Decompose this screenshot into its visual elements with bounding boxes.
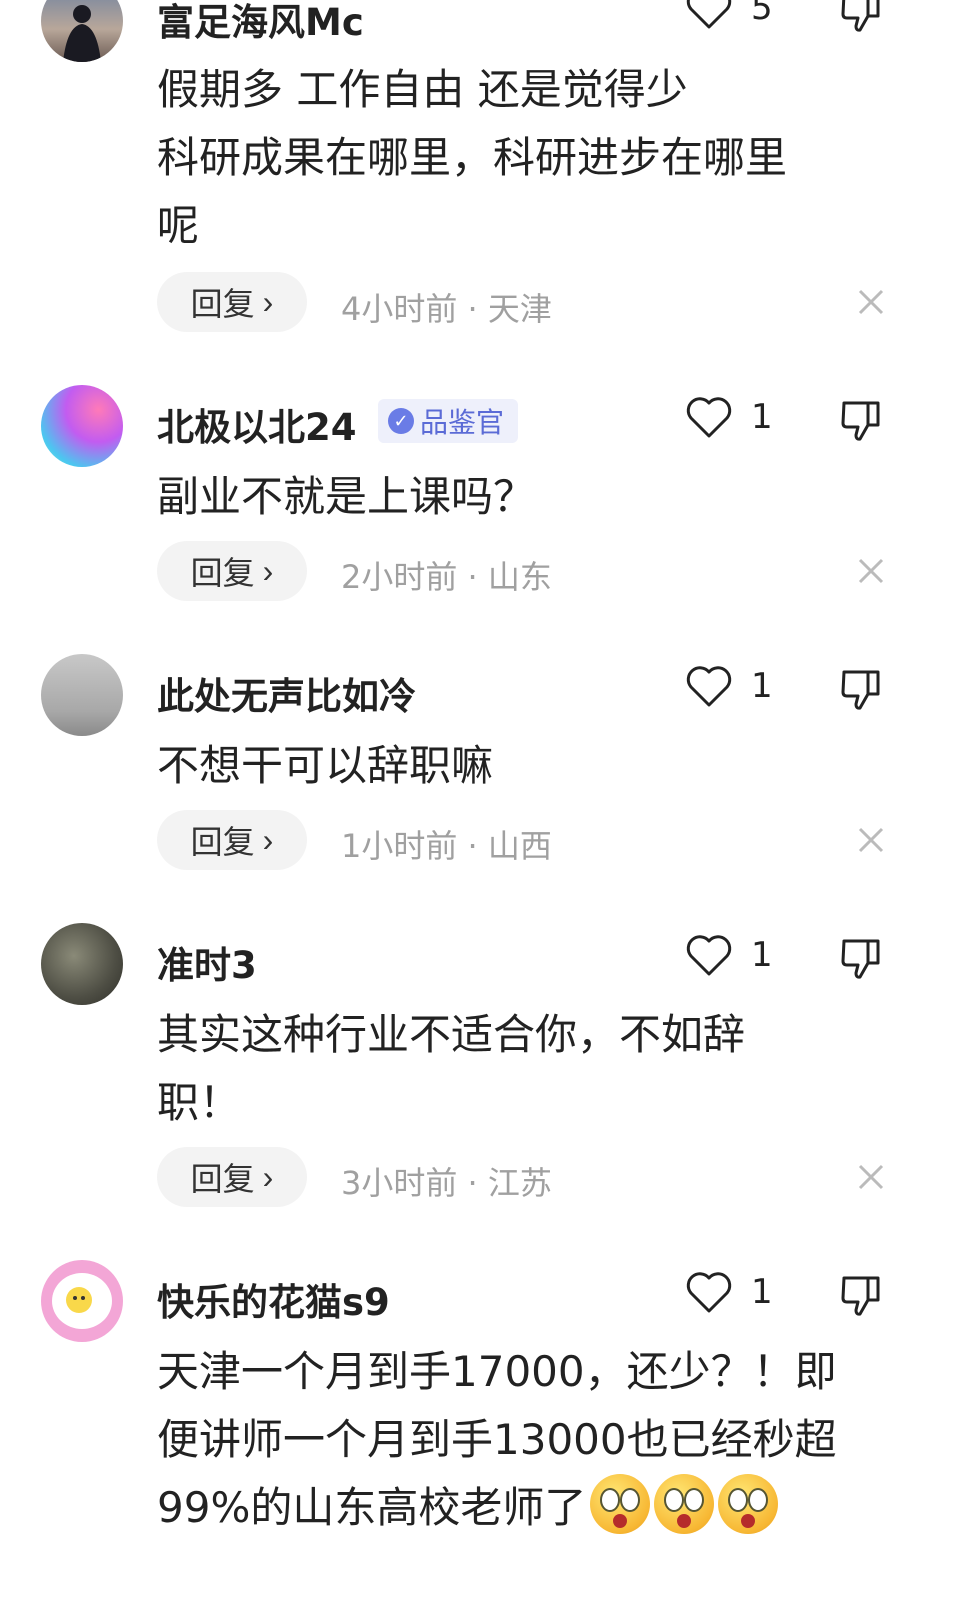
close-icon[interactable] <box>856 556 886 586</box>
heart-outline-icon <box>686 935 732 976</box>
username[interactable]: 准时3 <box>157 935 257 989</box>
like-button[interactable]: 1 <box>685 933 773 977</box>
chevron-right-icon: › <box>262 821 274 858</box>
heart-outline-icon <box>686 397 732 438</box>
username[interactable]: 北极以北24 <box>157 397 357 451</box>
heart-outline-icon <box>686 1272 732 1313</box>
comment-text: 天津一个月到手17000，还少？！即 便讲师一个月到手13000也已经秒超 99… <box>157 1338 917 1542</box>
reply-button[interactable]: 回复 › <box>157 272 307 332</box>
thumbs-down-icon[interactable] <box>838 935 886 983</box>
reply-label: 回复 <box>190 824 255 860</box>
like-button[interactable]: 1 <box>685 1270 773 1314</box>
verified-badge: ✓ 品鉴官 <box>378 399 519 443</box>
thumbs-down-icon[interactable] <box>838 1272 886 1320</box>
verified-check-icon: ✓ <box>388 408 414 434</box>
like-count: 1 <box>751 397 773 437</box>
reply-label: 回复 <box>190 286 255 322</box>
comment-meta: 1小时前 · 山西 <box>341 827 552 865</box>
chevron-right-icon: › <box>262 283 274 320</box>
comment-meta: 4小时前 · 天津 <box>341 290 552 328</box>
like-count: 1 <box>751 935 773 975</box>
badge-label: 品鉴官 <box>420 406 505 439</box>
comment-text: 假期多 工作自由 还是觉得少 科研成果在哪里，科研进步在哪里 呢 <box>157 65 788 250</box>
close-icon[interactable] <box>856 825 886 855</box>
avatar[interactable] <box>41 654 123 736</box>
close-icon[interactable] <box>856 1162 886 1192</box>
like-count: 1 <box>751 666 773 706</box>
comment-text: 其实这种行业不适合你，不如辞 职！ <box>157 1010 746 1127</box>
username[interactable]: 此处无声比如冷 <box>157 666 416 720</box>
avatar[interactable] <box>41 923 123 1005</box>
astonished-face-icon <box>590 1474 651 1534</box>
heart-outline-icon <box>686 0 732 29</box>
reply-label: 回复 <box>190 555 255 591</box>
reply-label: 回复 <box>190 1161 255 1197</box>
astonished-face-icon <box>654 1474 715 1534</box>
reply-button[interactable]: 回复 › <box>157 541 307 601</box>
thumbs-down-icon[interactable] <box>838 666 886 714</box>
like-count: 1 <box>751 1272 773 1312</box>
chevron-right-icon: › <box>262 1158 274 1195</box>
astonished-face-icon <box>718 1474 779 1534</box>
username[interactable]: 快乐的花猫s9 <box>157 1272 390 1326</box>
comment-text: 副业不就是上课吗？ <box>157 472 536 521</box>
avatar[interactable] <box>41 0 123 62</box>
fried-egg-avatar-icon <box>52 1273 112 1329</box>
username[interactable]: 富足海风Mc <box>157 0 364 46</box>
avatar[interactable] <box>41 1260 123 1342</box>
like-button[interactable]: 5 <box>685 0 773 30</box>
comment-meta: 2小时前 · 山东 <box>341 558 552 596</box>
close-icon[interactable] <box>856 287 886 317</box>
thumbs-down-icon[interactable] <box>838 0 886 36</box>
chevron-right-icon: › <box>262 552 274 589</box>
avatar[interactable] <box>41 385 123 467</box>
like-button[interactable]: 1 <box>685 395 773 439</box>
heart-outline-icon <box>686 666 732 707</box>
like-button[interactable]: 1 <box>685 664 773 708</box>
thumbs-down-icon[interactable] <box>838 397 886 445</box>
avatar-silhouette-icon <box>63 5 101 62</box>
reply-button[interactable]: 回复 › <box>157 1147 307 1207</box>
comment-meta: 3小时前 · 江苏 <box>341 1164 552 1202</box>
like-count: 5 <box>751 0 773 28</box>
comment-text: 不想干可以辞职嘛 <box>157 741 494 790</box>
reply-button[interactable]: 回复 › <box>157 810 307 870</box>
